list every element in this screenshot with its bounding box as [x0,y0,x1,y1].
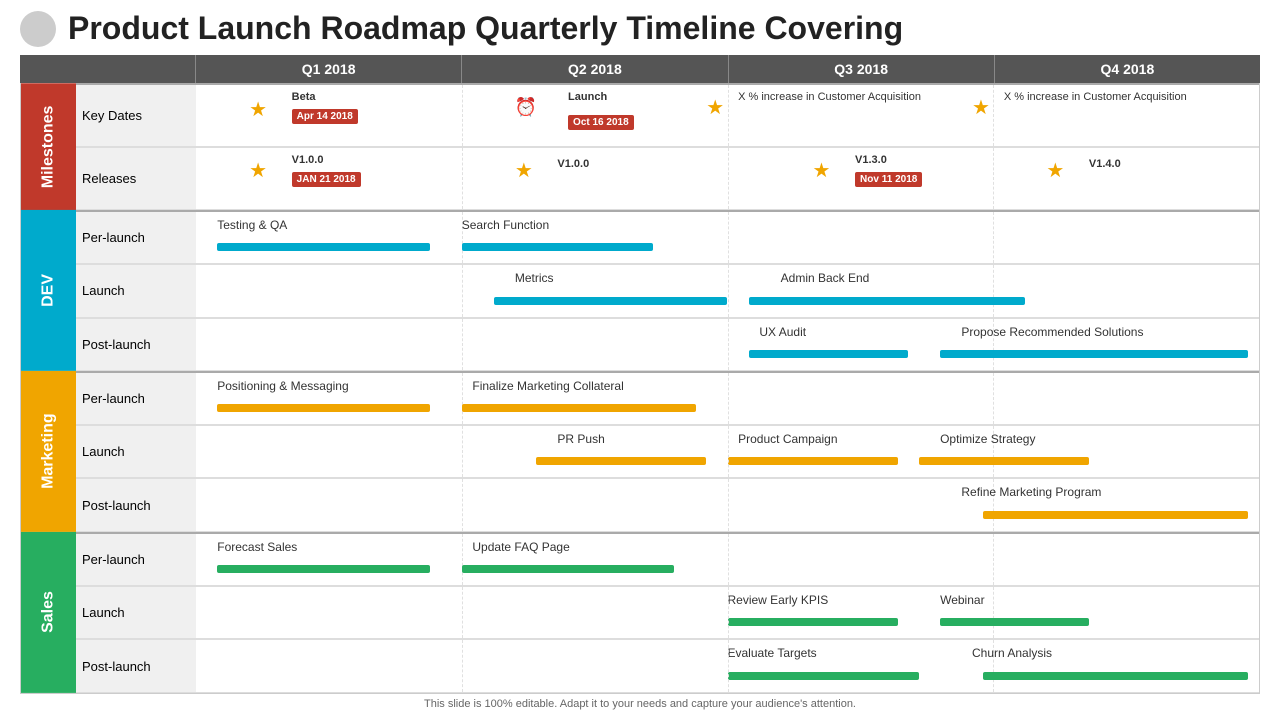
mkt-postlaunch-label: Post-launch [76,478,196,532]
oct-date: Oct 16 2018 [568,115,634,130]
launch-label-q2: Launch [568,91,607,103]
v140-label: V1.4.0 [1089,158,1121,170]
mkt-launch-label: Launch [76,425,196,479]
alarm-icon: ⏰ [515,97,537,118]
positioning-label: Positioning & Messaging [217,379,348,393]
sales-postlaunch-content: Evaluate Targets Churn Analysis [196,639,1259,693]
dev-launch-label: Launch [76,264,196,318]
star-q4-releases: ★ [1046,158,1064,183]
quarter-header-row: Q1 2018 Q2 2018 Q3 2018 Q4 2018 [20,55,1260,83]
pr-push-label: PR Push [557,432,604,446]
sales-prelaunch-label: Per-launch [76,532,196,586]
mkt-prelaunch-content: Positioning & Messaging Finalize Marketi… [196,371,1259,425]
beta-date: Apr 14 2018 [292,109,358,124]
mkt-prelaunch-label: Per-launch [76,371,196,425]
search-function-label: Search Function [462,218,549,232]
mkt-postlaunch-content: Refine Marketing Program [196,478,1259,532]
milestones-label: Milestones [21,83,76,210]
beta-label: Beta [292,91,316,103]
testing-qa-label: Testing & QA [217,218,287,232]
update-faq-label: Update FAQ Page [472,540,569,554]
product-campaign-label: Product Campaign [738,432,837,446]
title-icon [20,11,56,47]
dev-prelaunch-content: Testing & QA Search Function [196,210,1259,264]
nov-date: Nov 11 2018 [855,172,922,187]
page: Product Launch Roadmap Quarterly Timelin… [0,0,1280,720]
finalize-marketing-label: Finalize Marketing Collateral [472,379,623,393]
title-row: Product Launch Roadmap Quarterly Timelin… [20,10,1260,47]
star-q2-releases: ★ [515,158,533,183]
metrics-label: Metrics [515,271,554,285]
sales-label: Sales [21,532,76,693]
q2-acquisition-text: X % increase in Customer Acquisition [738,91,921,103]
dev-label: DEV [21,210,76,371]
star-q3-keydates: ★ [972,95,990,120]
sales-prelaunch-content: Forecast Sales Update FAQ Page [196,532,1259,586]
churn-analysis-label: Churn Analysis [972,646,1052,660]
mkt-launch-content: PR Push Product Campaign Optimize Strate… [196,425,1259,479]
header-spacer1 [20,55,75,83]
sales-launch-label: Launch [76,586,196,640]
v100-label: V1.0.0 [292,154,324,166]
jan-date: JAN 21 2018 [292,172,361,187]
webinar-label: Webinar [940,593,984,607]
sales-launch-content: Review Early KPIS Webinar [196,586,1259,640]
star-q2-keydates: ★ [706,95,724,120]
key-dates-label: Key Dates [76,83,196,147]
evaluate-targets-label: Evaluate Targets [728,646,817,660]
sales-postlaunch-label: Post-launch [76,639,196,693]
roadmap-body: Milestones Key Dates ★ Beta Apr 14 2018 … [20,83,1260,694]
v100-q2-label: V1.0.0 [557,158,589,170]
marketing-label: Marketing [21,371,76,532]
admin-backend-label: Admin Back End [781,271,870,285]
page-title: Product Launch Roadmap Quarterly Timelin… [68,10,903,47]
star-q1-keydates: ★ [249,97,267,122]
key-dates-content: ★ Beta Apr 14 2018 ⏰ Launch ★ X % increa… [196,83,1259,147]
header-spacer2 [75,55,195,83]
dev-launch-content: Metrics Admin Back End [196,264,1259,318]
star-q1-releases: ★ [249,158,267,183]
dev-postlaunch-label: Post-launch [76,318,196,372]
propose-solutions-label: Propose Recommended Solutions [961,325,1143,339]
releases-label: Releases [76,147,196,211]
forecast-sales-label: Forecast Sales [217,540,297,554]
dev-postlaunch-content: UX Audit Propose Recommended Solutions [196,318,1259,372]
ux-audit-label: UX Audit [759,325,806,339]
q4-header: Q4 2018 [994,55,1260,83]
q3-header: Q3 2018 [728,55,994,83]
v130-label: V1.3.0 [855,154,887,166]
q4-acquisition-text: X % increase in Customer Acquisition [1004,91,1187,103]
dev-prelaunch-label: Per-launch [76,210,196,264]
star-q3-releases: ★ [813,158,831,183]
q1-header: Q1 2018 [195,55,461,83]
releases-content: ★ V1.0.0 JAN 21 2018 ★ V1.0.0 ★ V1.3.0 N… [196,147,1259,211]
review-kpis-label: Review Early KPIS [728,593,829,607]
q2-header: Q2 2018 [461,55,727,83]
quarters-row: Q1 2018 Q2 2018 Q3 2018 Q4 2018 [195,55,1260,83]
footer-text: This slide is 100% editable. Adapt it to… [20,698,1260,710]
optimize-strategy-label: Optimize Strategy [940,432,1035,446]
refine-marketing-label: Refine Marketing Program [961,485,1101,499]
